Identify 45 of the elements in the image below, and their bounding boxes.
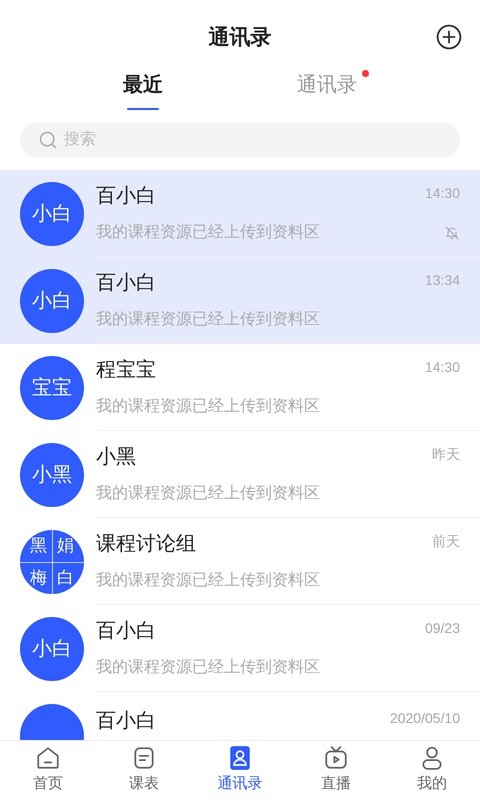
conversation-row[interactable]: 小白 百小白 14:30 我的课程资源已经上传到资料区 xyxy=(0,170,480,257)
avatar-character: 娟 xyxy=(56,534,75,557)
nav-tab[interactable]: 直播 xyxy=(288,741,384,800)
message-preview: 我的课程资源已经上传到资料区 xyxy=(96,570,320,591)
search-field[interactable]: 搜索 xyxy=(20,122,460,158)
message-preview: 我的课程资源已经上传到资料区 xyxy=(96,222,320,243)
timestamp: 前天 xyxy=(432,532,460,551)
conversation-row[interactable]: 小白 百小白 13:34 我的课程资源已经上传到资料区 xyxy=(0,257,480,344)
contact-name: 程宝宝 xyxy=(96,358,156,383)
timestamp: 14:30 xyxy=(424,184,460,203)
message-preview: 我的课程资源已经上传到资料区 xyxy=(96,310,320,330)
add-icon xyxy=(436,24,462,50)
nav-tab[interactable]: 通讯录 xyxy=(192,741,288,800)
tv-icon xyxy=(323,745,349,772)
message-preview: 我的课程资源已经上传到资料区 xyxy=(96,658,320,678)
avatar-initials: 小白 xyxy=(32,288,72,314)
tab-indicator xyxy=(127,108,159,110)
timestamp: 09/23 xyxy=(424,619,460,638)
search-icon xyxy=(38,130,58,150)
avatar-initials: 小黑 xyxy=(32,462,72,488)
nav-tab[interactable]: 我的 xyxy=(384,741,480,800)
contact-name: 百小白 xyxy=(96,184,156,209)
avatar-character: 白 xyxy=(56,566,75,589)
timestamp: 2020/05/10 xyxy=(390,708,460,728)
avatar-character: 黑 xyxy=(29,534,48,557)
add-button[interactable] xyxy=(436,24,462,50)
page-title: 通讯录 xyxy=(208,25,272,52)
timestamp: 14:30 xyxy=(424,358,460,377)
contact-name: 百小白 xyxy=(96,619,156,644)
contact-name: 课程讨论组 xyxy=(96,532,196,557)
tab[interactable]: 最近 xyxy=(111,70,175,110)
avatar-initials: 小白 xyxy=(32,636,72,662)
contact-name: 百小白 xyxy=(96,708,156,734)
avatar-initials: 宝宝 xyxy=(32,376,72,400)
avatar-character: 梅 xyxy=(29,566,48,589)
nav-tab[interactable]: 首页 xyxy=(0,741,96,800)
timestamp: 昨天 xyxy=(432,445,460,464)
home-icon xyxy=(35,745,61,772)
timestamp: 13:34 xyxy=(424,271,460,290)
contact-name: 小黑 xyxy=(96,445,136,470)
contact-name: 百小白 xyxy=(96,271,156,296)
nav-tab[interactable]: 课表 xyxy=(96,741,192,800)
message-preview: 我的课程资源已经上传到资料区 xyxy=(96,484,320,504)
message-preview: 我的课程资源已经上传到资料区 xyxy=(96,396,320,417)
avatar-initials: 小白 xyxy=(32,202,72,226)
